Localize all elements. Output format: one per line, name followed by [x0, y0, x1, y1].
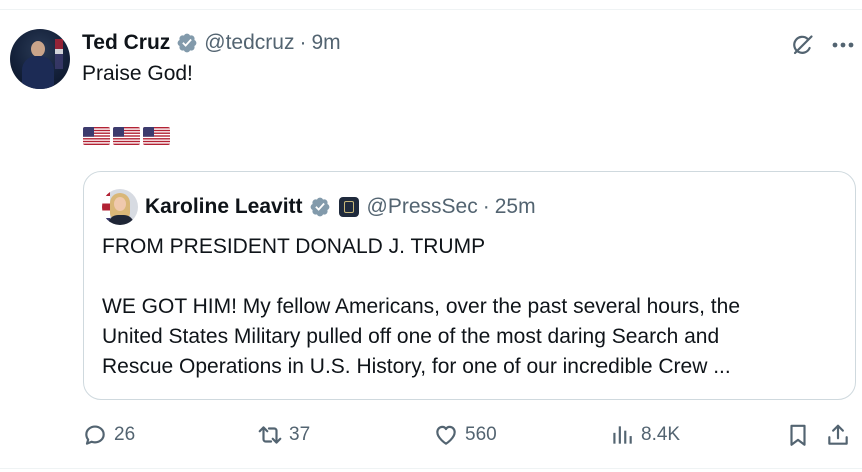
- grok-icon[interactable]: [790, 32, 816, 58]
- quoted-tweet-header: Karoline Leavitt @PressSec · 25m: [145, 194, 536, 220]
- bottom-divider: [0, 468, 862, 469]
- author-handle[interactable]: @tedcruz: [204, 31, 294, 55]
- tweet-actions: 26 37 560 8.4K: [0, 420, 862, 450]
- quoted-text-line: FROM PRESIDENT DONALD J. TRUMP: [102, 235, 486, 258]
- author-avatar[interactable]: [10, 29, 70, 89]
- quoted-text-line: United States Military pulled off one of…: [102, 325, 720, 348]
- repost-count: 37: [289, 424, 311, 445]
- quoted-tweet[interactable]: Karoline Leavitt @PressSec · 25m FROM PR…: [83, 171, 856, 400]
- like-count: 560: [465, 424, 497, 445]
- reply-button[interactable]: 26: [82, 420, 135, 450]
- quoted-tweet-time[interactable]: 25m: [495, 195, 536, 219]
- us-flag-icon: [143, 127, 170, 145]
- tweet-header: Ted Cruz @tedcruz · 9m: [82, 30, 341, 56]
- quoted-tweet-text: FROM PRESIDENT DONALD J. TRUMP WE GOT HI…: [102, 232, 837, 382]
- quoted-text-line: WE GOT HIM! My fellow Americans, over th…: [102, 295, 740, 318]
- flag-emojis: [83, 127, 170, 145]
- views-icon: [613, 426, 632, 444]
- heart-icon: [436, 425, 456, 445]
- quoted-text-line: Rescue Operations in U.S. History, for o…: [102, 355, 731, 378]
- tweet-time[interactable]: 9m: [311, 31, 340, 55]
- repost-button[interactable]: 37: [257, 420, 310, 450]
- like-button[interactable]: 560: [433, 420, 497, 450]
- separator-dot: ·: [482, 195, 490, 218]
- quoted-author-avatar[interactable]: [102, 189, 138, 225]
- views-button[interactable]: 8.4K: [609, 420, 680, 450]
- repost-icon: [258, 426, 282, 444]
- separator-dot: ·: [299, 31, 307, 54]
- more-options-icon[interactable]: [830, 33, 856, 57]
- author-name[interactable]: Ted Cruz: [82, 31, 170, 55]
- us-flag-icon: [83, 127, 110, 145]
- share-button[interactable]: [825, 420, 851, 450]
- quoted-author-handle[interactable]: @PressSec: [367, 195, 478, 219]
- reply-icon: [85, 425, 105, 445]
- bookmark-icon: [790, 424, 806, 446]
- views-count: 8.4K: [641, 424, 681, 445]
- top-divider: [0, 9, 862, 10]
- quoted-author-name[interactable]: Karoline Leavitt: [145, 195, 303, 219]
- tweet-text: Praise God!: [82, 62, 193, 85]
- us-flag-icon: [113, 127, 140, 145]
- share-icon: [828, 424, 848, 445]
- white-house-affiliation-icon[interactable]: [338, 197, 359, 217]
- reply-count: 26: [114, 424, 136, 445]
- verified-badge-icon: [176, 32, 198, 54]
- government-verified-badge-icon: [309, 196, 331, 218]
- bookmark-button[interactable]: [785, 420, 811, 450]
